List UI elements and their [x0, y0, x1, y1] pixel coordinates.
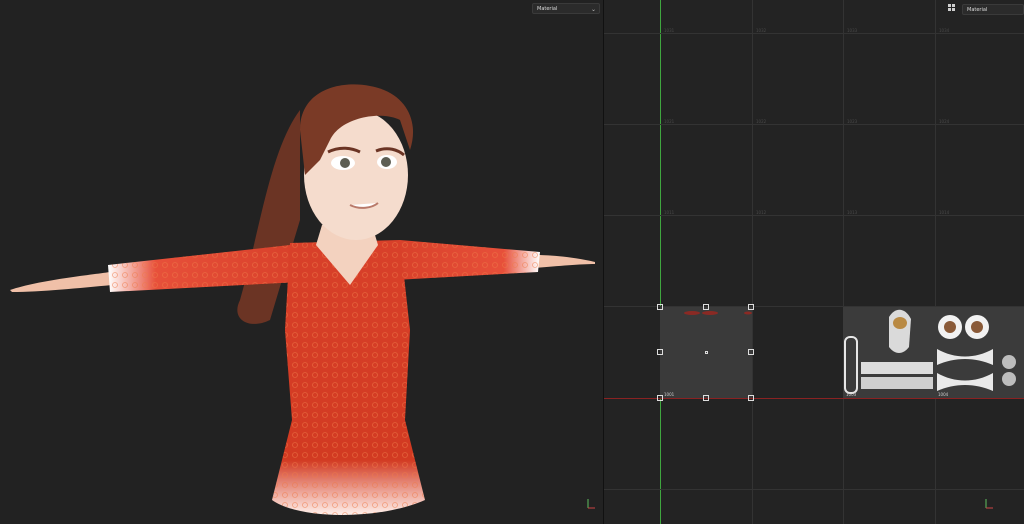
grid-line: [604, 215, 1024, 216]
v-axis-line: [660, 0, 661, 524]
uv-editor[interactable]: 1031 1032 1033 1034 1021 1022 1023 1024 …: [604, 0, 1024, 524]
tile-label: 1001: [664, 392, 675, 397]
chevron-down-icon: ⌄: [590, 6, 596, 13]
shading-mode-label: Material: [537, 6, 558, 12]
grid-label: 1014: [939, 210, 950, 215]
grid-label: 1012: [756, 210, 767, 215]
character-model: [10, 84, 595, 515]
grid-line: [752, 0, 753, 524]
u-axis-line: [604, 398, 1024, 399]
grid-line: [843, 0, 844, 524]
uv-tile-1004: [935, 307, 1024, 398]
shading-mode-dropdown[interactable]: Material ⌄: [532, 3, 600, 14]
axis-gizmo-icon: [984, 496, 996, 510]
pivot-handle[interactable]: [705, 351, 708, 354]
transform-handle[interactable]: [748, 395, 754, 401]
tile-label: 1004: [938, 392, 949, 397]
grid-view-icon[interactable]: [948, 4, 958, 14]
3d-viewport[interactable]: Material ⌄: [0, 0, 603, 524]
grid-label: 1022: [756, 119, 767, 124]
transform-handle[interactable]: [703, 395, 709, 401]
grid-label: 1013: [847, 210, 858, 215]
grid-label: 1032: [756, 28, 767, 33]
teeth-texture: [844, 309, 933, 394]
tile-label: 1003: [846, 392, 857, 397]
transform-handle[interactable]: [748, 349, 754, 355]
transform-handle[interactable]: [703, 304, 709, 310]
uv-shading-label: Material: [967, 7, 988, 13]
grid-label: 1024: [939, 119, 950, 124]
grid-label: 1034: [939, 28, 950, 33]
uv-shading-dropdown[interactable]: Material: [962, 4, 1024, 15]
grid-label: 1021: [664, 119, 675, 124]
grid-label: 1031: [664, 28, 675, 33]
axis-gizmo-icon: [586, 496, 598, 510]
transform-handle[interactable]: [657, 395, 663, 401]
eye-texture: [937, 315, 1016, 391]
grid-line: [604, 124, 1024, 125]
grid-label: 1023: [847, 119, 858, 124]
grid-line: [604, 489, 1024, 490]
grid-label: 1033: [847, 28, 858, 33]
grid-line: [604, 33, 1024, 34]
transform-handle[interactable]: [748, 304, 754, 310]
transform-handle[interactable]: [657, 349, 663, 355]
uv-islands: [684, 311, 752, 315]
uv-tile-1003: [843, 307, 935, 398]
grid-label: 1011: [664, 210, 675, 215]
transform-handle[interactable]: [657, 304, 663, 310]
grid-line: [935, 0, 936, 524]
